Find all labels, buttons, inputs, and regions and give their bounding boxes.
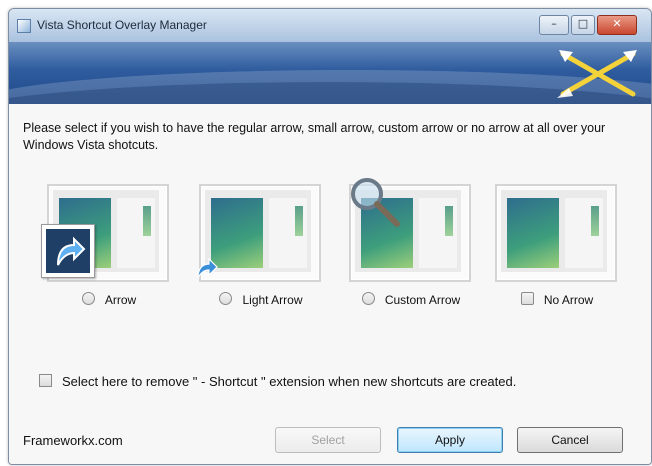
main-content: Please select if you wish to have the re…: [9, 104, 651, 464]
window-title: Vista Shortcut Overlay Manager: [37, 18, 207, 32]
arrow-preview[interactable]: [41, 184, 169, 282]
crossed-arrows-logo-icon: [557, 50, 637, 98]
cancel-button[interactable]: Cancel: [517, 427, 623, 453]
instruction-text: Please select if you wish to have the re…: [23, 121, 606, 152]
close-icon: ✕: [612, 17, 622, 30]
select-button[interactable]: Select: [275, 427, 381, 453]
no-arrow-preview[interactable]: [495, 184, 617, 282]
custom-arrow-radio[interactable]: [361, 292, 375, 305]
minimize-icon: –: [551, 17, 557, 30]
remove-extension-checkbox[interactable]: [39, 374, 52, 387]
no-arrow-radio[interactable]: [520, 292, 534, 305]
arrow-radio[interactable]: [81, 292, 95, 305]
magnifier-icon: [351, 178, 400, 227]
option-no-arrow: No Arrow: [495, 184, 619, 307]
arrow-label: Arrow: [104, 293, 137, 307]
minimize-button[interactable]: –: [539, 15, 569, 35]
remove-extension-row: Select here to remove " - Shortcut " ext…: [39, 374, 516, 389]
title-bar: Vista Shortcut Overlay Manager – □ ✕: [9, 9, 651, 42]
close-button[interactable]: ✕: [597, 15, 637, 35]
no-arrow-label: No Arrow: [543, 293, 594, 307]
remove-extension-label: Select here to remove " - Shortcut " ext…: [62, 374, 517, 389]
app-icon: [17, 19, 31, 33]
option-arrow: Arrow: [41, 184, 171, 307]
large-shortcut-arrow-icon: [41, 224, 95, 278]
custom-arrow-preview[interactable]: [349, 178, 471, 282]
website-link[interactable]: Frameworkx.com: [23, 433, 123, 448]
small-shortcut-arrow-icon: [197, 257, 218, 279]
custom-arrow-label: Custom Arrow: [384, 293, 461, 307]
apply-button[interactable]: Apply: [397, 427, 503, 453]
light-arrow-preview[interactable]: [197, 184, 321, 282]
light-arrow-radio[interactable]: [219, 292, 233, 305]
option-light-arrow: Light Arrow: [197, 184, 323, 307]
maximize-icon: □: [577, 17, 589, 30]
header-banner: [9, 42, 651, 104]
light-arrow-label: Light Arrow: [242, 293, 303, 307]
app-window: Vista Shortcut Overlay Manager – □ ✕ Ple…: [8, 8, 652, 465]
option-custom-arrow: Custom Arrow: [349, 178, 473, 307]
maximize-button[interactable]: □: [571, 15, 595, 35]
